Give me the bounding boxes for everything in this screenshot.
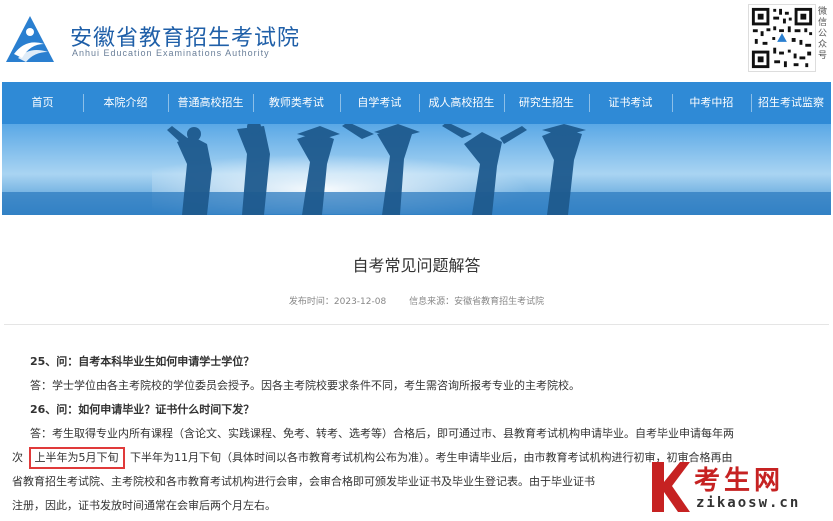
answer-26-line-2-rest: 下半年为11月下旬（具体时间以各市教育考试机构公布为准）。考生申请毕业后，由市教…	[130, 451, 733, 464]
qr-label: 微信公众号	[818, 6, 828, 60]
watermark-en: zikaosw.cn	[696, 495, 801, 511]
banner-image	[2, 124, 831, 215]
highlighted-date: 上半年为5月下旬	[28, 447, 125, 469]
answer-25: 答：学士学位由各主考院校的学位委员会授予。因各主考院校要求条件不同，考生需咨询所…	[30, 379, 580, 392]
article-title: 自考常见问题解答	[352, 256, 481, 275]
site-header: 安徽省教育招生考试院 Anhui Education Examinations …	[0, 0, 833, 82]
nav-item-exam-supervision[interactable]: 招生考试监察	[750, 82, 831, 124]
nav-item-college-admission[interactable]: 普通高校招生	[167, 82, 253, 124]
nav-item-self-study-exam[interactable]: 自学考试	[339, 82, 419, 124]
nav-item-teacher-exam[interactable]: 教师类考试	[252, 82, 340, 124]
nav-item-middle-school-admission[interactable]: 中考中招	[671, 82, 751, 124]
nav-item-about[interactable]: 本院介绍	[83, 82, 168, 124]
nav-item-certificate-exam[interactable]: 证书考试	[588, 82, 672, 124]
qr-code-icon	[748, 4, 816, 72]
answer-26-line-2-start: 次	[12, 451, 23, 464]
divider	[4, 324, 829, 325]
site-subtitle: Anhui Education Examinations Authority	[72, 48, 270, 58]
nav-item-graduate-admission[interactable]: 研究生招生	[503, 82, 589, 124]
question-26: 26、问：如何申请毕业？证书什么时间下发？	[30, 403, 255, 416]
logo-icon[interactable]	[4, 14, 56, 66]
question-25: 25、问：自考本科毕业生如何申请学士学位？	[30, 355, 255, 368]
article-meta: 发布时间：2023-12-08 信息来源：安徽省教育招生考试院	[0, 294, 833, 307]
answer-26-line-1: 答：考生取得专业内所有课程（含论文、实践课程、免考、转考、选考等）合格后，即可通…	[30, 427, 734, 440]
publish-time: 发布时间：2023-12-08	[288, 297, 387, 307]
nav-item-home[interactable]: 首页	[2, 82, 83, 124]
main-nav: 首页 本院介绍 普通高校招生 教师类考试 自学考试 成人高校招生 研究生招生 证…	[2, 82, 831, 124]
k-logo-icon	[652, 462, 690, 512]
watermark-cn: 考生网	[694, 466, 785, 496]
nav-item-adult-college-admission[interactable]: 成人高校招生	[418, 82, 504, 124]
watermark: 考生网 zikaosw.cn	[650, 460, 833, 521]
info-source: 信息来源：安徽省教育招生考试院	[409, 297, 545, 307]
